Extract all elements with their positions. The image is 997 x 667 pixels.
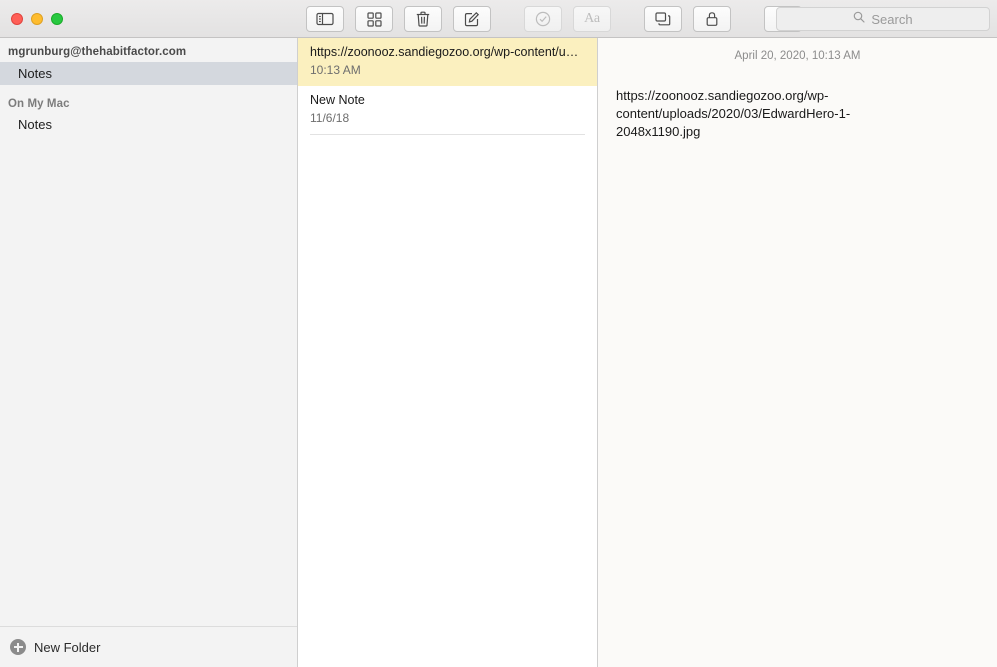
window-toolbar: Aa Search bbox=[0, 0, 997, 38]
note-editor[interactable]: April 20, 2020, 10:13 AM https://zoonooz… bbox=[598, 38, 997, 667]
note-date-header: April 20, 2020, 10:13 AM bbox=[734, 50, 861, 62]
search-placeholder: Search bbox=[871, 11, 913, 27]
maximize-window-button[interactable] bbox=[51, 13, 63, 25]
close-window-button[interactable] bbox=[11, 13, 23, 25]
search-field[interactable]: Search bbox=[776, 7, 990, 31]
grid-icon bbox=[366, 11, 382, 27]
gallery-view-button[interactable] bbox=[355, 6, 393, 32]
lock-icon bbox=[705, 11, 719, 27]
toolbar-buttons: Aa bbox=[306, 6, 813, 32]
new-folder-label: New Folder bbox=[34, 639, 101, 655]
checklist-button[interactable] bbox=[524, 6, 562, 32]
sidebar-local-header: On My Mac bbox=[8, 98, 70, 110]
lock-note-button[interactable] bbox=[693, 6, 731, 32]
new-folder-button[interactable]: New Folder bbox=[0, 626, 297, 667]
sidebar-item-label: Notes bbox=[18, 117, 52, 132]
sidebar-item-onmymac-notes[interactable]: Notes bbox=[0, 113, 297, 136]
note-body-text[interactable]: https://zoonooz.sandiegozoo.org/wp-conte… bbox=[598, 62, 928, 141]
check-circle-icon bbox=[535, 11, 551, 27]
insert-table-button[interactable] bbox=[644, 6, 682, 32]
sidebar-list: mgrunburg@thehabitfactor.com Notes On My… bbox=[0, 38, 297, 626]
minimize-window-button[interactable] bbox=[31, 13, 43, 25]
sidebar-icon bbox=[316, 12, 334, 26]
compose-note-button[interactable] bbox=[453, 6, 491, 32]
note-title: New Note bbox=[310, 93, 365, 107]
note-title: https://zoonooz.sandiegozoo.org/wp-conte… bbox=[310, 45, 579, 59]
toggle-sidebar-button[interactable] bbox=[306, 6, 344, 32]
sidebar-account-header: mgrunburg@thehabitfactor.com bbox=[8, 46, 187, 58]
text-format-button[interactable]: Aa bbox=[573, 6, 611, 32]
table-icon bbox=[655, 12, 671, 26]
sidebar-item-icloud-notes[interactable]: Notes bbox=[0, 62, 297, 85]
compose-icon bbox=[464, 11, 480, 27]
note-list-item[interactable]: New Note 11/6/18 bbox=[298, 86, 597, 134]
window-body: mgrunburg@thehabitfactor.com Notes On My… bbox=[0, 38, 997, 667]
notes-window: Aa Search mgrunburg@thehabitfactor.com N… bbox=[0, 0, 997, 667]
sidebar: mgrunburg@thehabitfactor.com Notes On My… bbox=[0, 38, 298, 667]
search-icon bbox=[853, 10, 865, 28]
sidebar-item-label: Notes bbox=[18, 66, 52, 81]
delete-note-button[interactable] bbox=[404, 6, 442, 32]
traffic-lights bbox=[11, 13, 63, 25]
trash-icon bbox=[416, 11, 430, 27]
text-format-icon: Aa bbox=[584, 11, 600, 26]
note-timestamp: 11/6/18 bbox=[310, 111, 350, 125]
note-timestamp: 10:13 AM bbox=[310, 63, 361, 77]
note-list: https://zoonooz.sandiegozoo.org/wp-conte… bbox=[298, 38, 598, 667]
plus-circle-icon bbox=[10, 639, 26, 655]
sidebar-section-spacer bbox=[0, 85, 297, 94]
note-list-separator bbox=[310, 134, 585, 135]
note-list-item-selected[interactable]: https://zoonooz.sandiegozoo.org/wp-conte… bbox=[298, 38, 597, 86]
